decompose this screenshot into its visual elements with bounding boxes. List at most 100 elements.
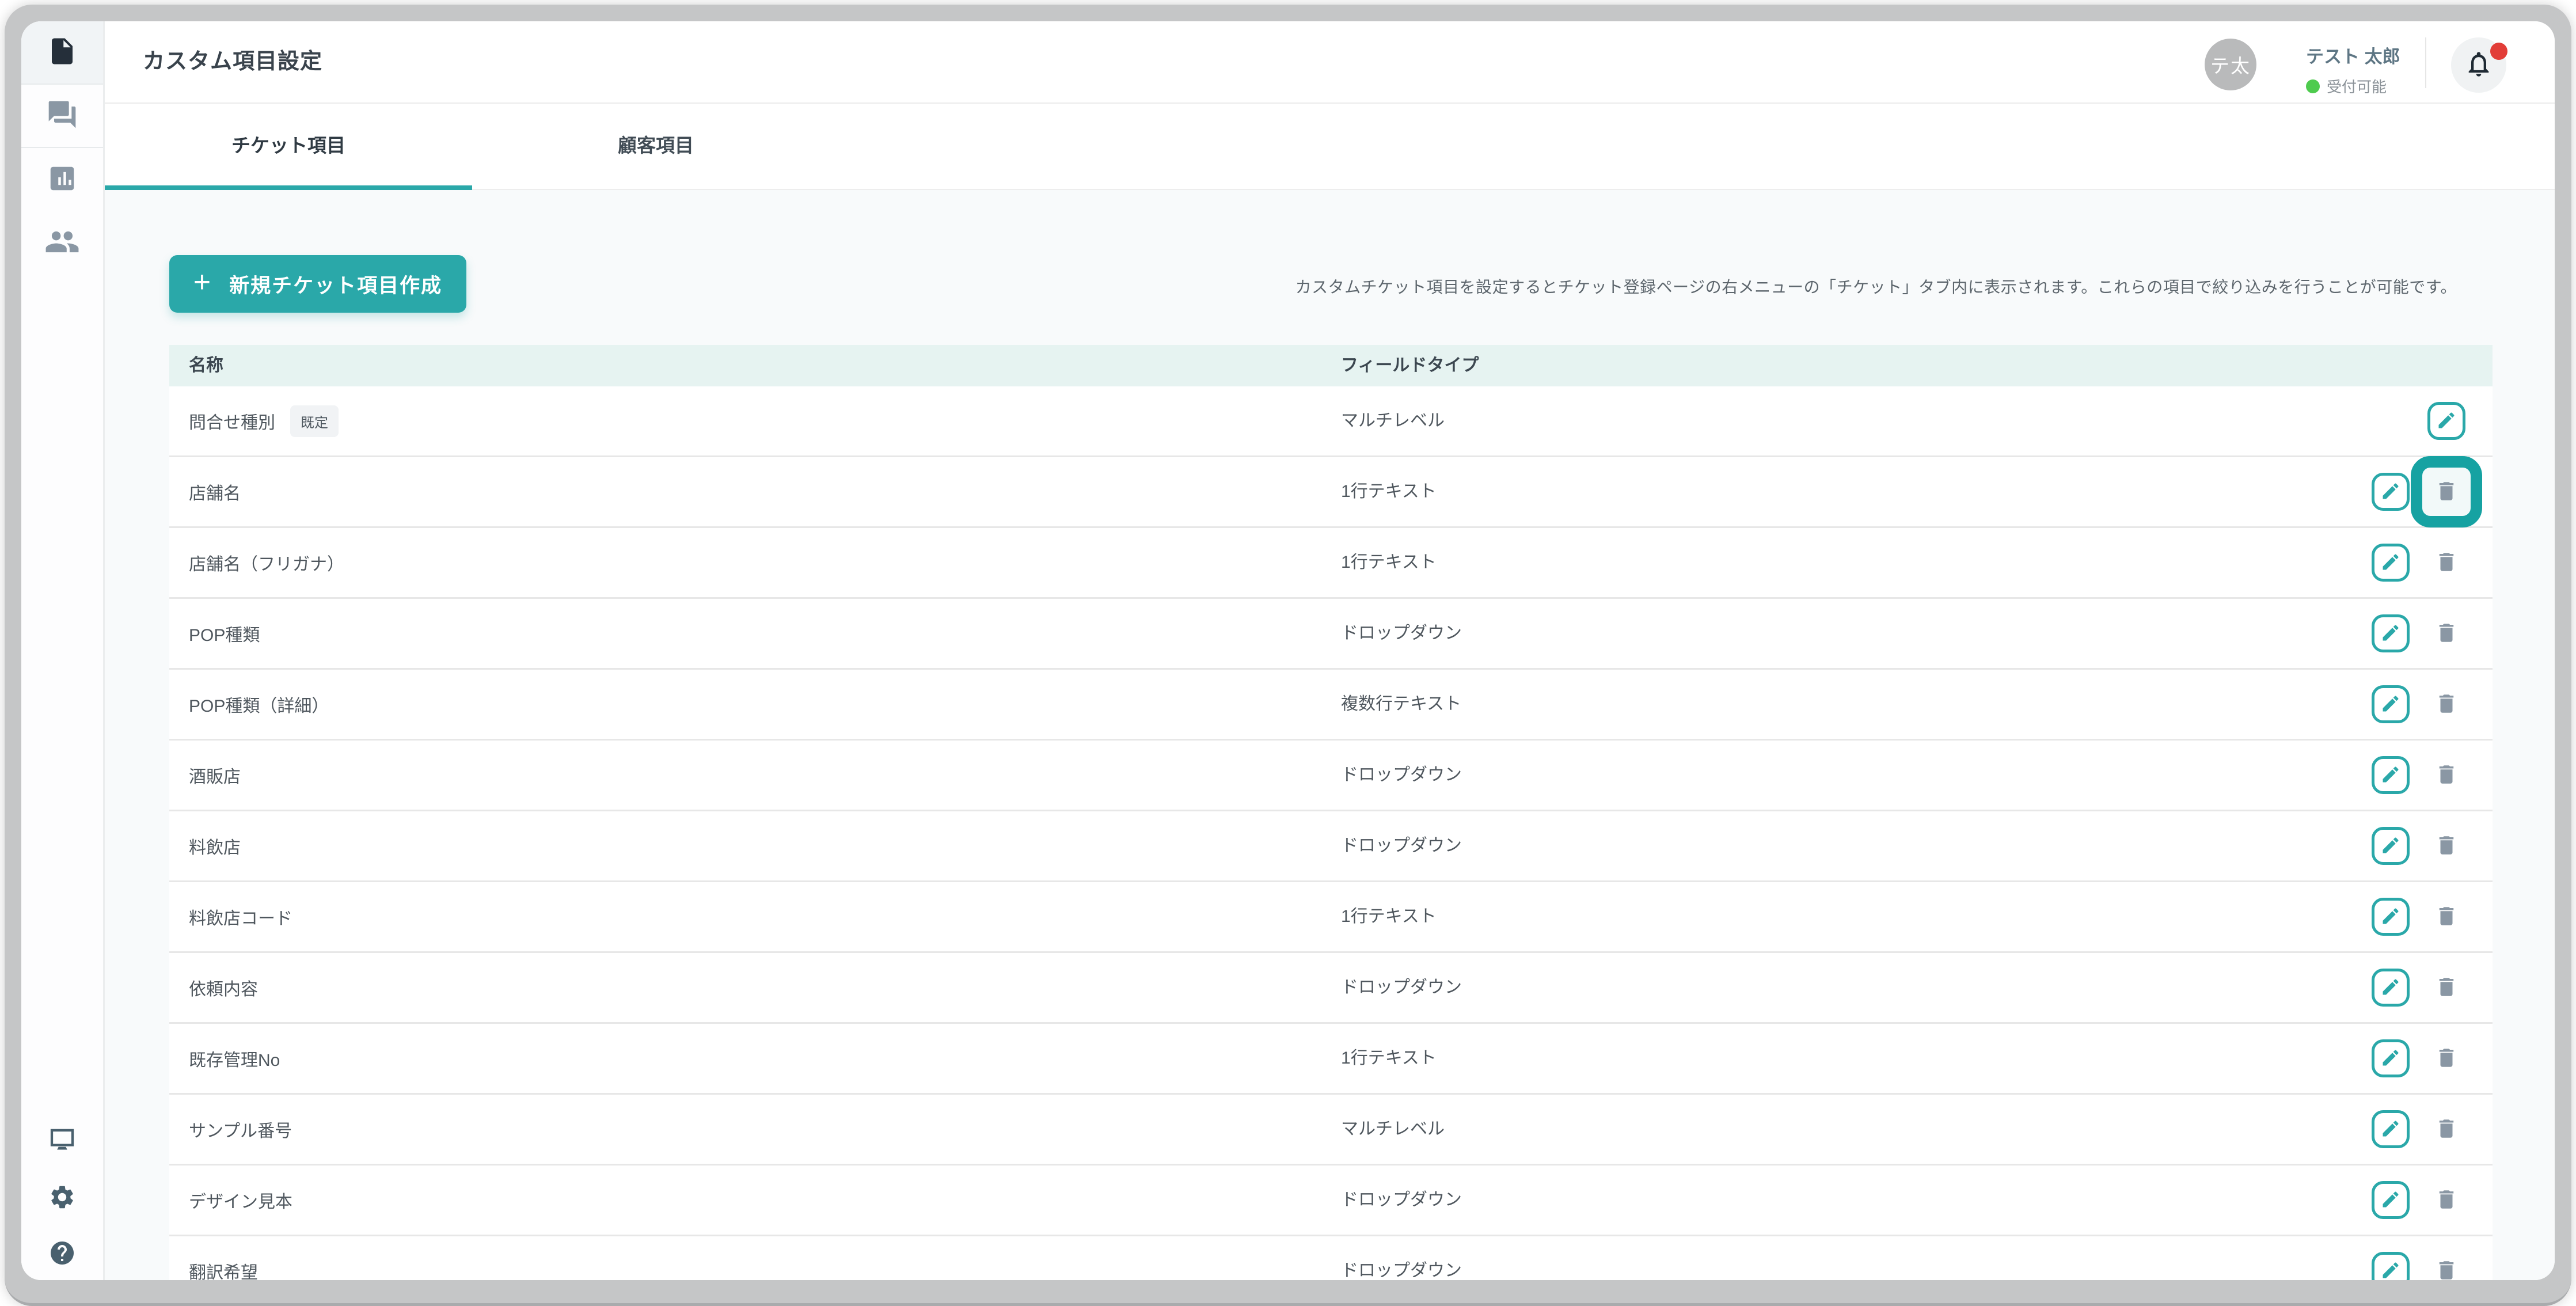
delete-button[interactable]	[2434, 550, 2459, 576]
table-row: 料飲店コード 1行テキスト	[169, 882, 2493, 953]
field-type: ドロップダウン	[1341, 1236, 1462, 1280]
delete-button[interactable]	[2434, 1117, 2459, 1142]
field-name-label: 店舗名	[189, 479, 241, 504]
trash-icon	[2434, 550, 2459, 576]
field-name-label: 料飲店コード	[189, 904, 292, 929]
edit-button[interactable]	[2372, 685, 2410, 723]
delete-button[interactable]	[2434, 975, 2459, 1001]
delete-button-highlight	[2417, 1028, 2476, 1088]
page-title: カスタム項目設定	[143, 21, 322, 102]
trash-icon	[2434, 904, 2459, 930]
delete-button[interactable]	[2434, 1258, 2459, 1281]
edit-button[interactable]	[2372, 614, 2410, 652]
field-name: 料飲店	[189, 811, 241, 880]
edit-button[interactable]	[2372, 969, 2410, 1007]
field-name: 店舗名（フリガナ）	[189, 528, 344, 597]
edit-button[interactable]	[2372, 473, 2410, 511]
delete-button[interactable]	[2434, 762, 2459, 788]
edit-button[interactable]	[2372, 1252, 2410, 1280]
edit-button[interactable]	[2372, 1110, 2410, 1148]
delete-button[interactable]	[2434, 833, 2459, 859]
document-icon	[47, 36, 78, 70]
help-icon	[48, 1239, 76, 1270]
trash-icon	[2434, 833, 2459, 859]
pencil-icon	[2380, 977, 2401, 999]
delete-button[interactable]	[2434, 479, 2459, 505]
edit-button[interactable]	[2372, 544, 2410, 582]
user-name: テスト 太郎	[2306, 42, 2400, 68]
field-type: ドロップダウン	[1341, 811, 1462, 880]
edit-button[interactable]	[2427, 402, 2465, 440]
pencil-icon	[2380, 835, 2401, 857]
field-name-label: 酒販店	[189, 762, 241, 788]
trash-icon	[2434, 762, 2459, 788]
chat-icon	[46, 98, 78, 134]
delete-button[interactable]	[2434, 692, 2459, 717]
edit-button[interactable]	[2372, 756, 2410, 794]
pencil-icon	[2380, 552, 2401, 574]
delete-button[interactable]	[2434, 1187, 2459, 1213]
field-name: POP種類（詳細）	[189, 670, 329, 739]
gear-icon	[48, 1183, 76, 1214]
field-type: ドロップダウン	[1341, 599, 1462, 668]
trash-icon	[2434, 1117, 2459, 1142]
tab-bar: チケット項目 顧客項目	[105, 104, 2555, 190]
content-area: + 新規チケット項目作成 カスタムチケット項目を設定するとチケット登録ページの右…	[105, 190, 2555, 1280]
pencil-icon	[2380, 481, 2401, 503]
table-row: 既存管理No 1行テキスト	[169, 1024, 2493, 1095]
header-divider	[2425, 37, 2426, 88]
table-row: 依頼内容 ドロップダウン	[169, 953, 2493, 1024]
app-window: カスタム項目設定 テ太 テスト 太郎 受付可能 チケット項目 顧客項目 + 新規…	[21, 21, 2555, 1280]
field-type: 1行テキスト	[1341, 457, 1437, 526]
trash-icon	[2434, 975, 2459, 1001]
pencil-icon	[2380, 1118, 2401, 1141]
sidebar-item-customers[interactable]	[21, 211, 103, 275]
delete-button[interactable]	[2434, 904, 2459, 930]
field-type: ドロップダウン	[1341, 741, 1462, 810]
table-row: POP種類 ドロップダウン	[169, 599, 2493, 670]
field-name-label: デザイン見本	[189, 1187, 292, 1213]
edit-button[interactable]	[2372, 898, 2410, 936]
edit-button[interactable]	[2372, 1181, 2410, 1219]
create-button-label: 新規チケット項目作成	[229, 269, 442, 299]
field-name-label: 店舗名（フリガナ）	[189, 550, 344, 575]
edit-button[interactable]	[2372, 1039, 2410, 1077]
people-icon	[44, 224, 80, 263]
table-row: デザイン見本 ドロップダウン	[169, 1165, 2493, 1236]
avatar[interactable]: テ太	[2205, 39, 2256, 90]
table-row: 店舗名 1行テキスト	[169, 457, 2493, 528]
delete-button-highlight	[2417, 887, 2476, 947]
table-row: POP種類（詳細） 複数行テキスト	[169, 670, 2493, 741]
field-type: 1行テキスト	[1341, 1024, 1437, 1093]
table-row: 酒販店 ドロップダウン	[169, 741, 2493, 811]
field-name: 依頼内容	[189, 953, 258, 1022]
status-label: 受付可能	[2327, 75, 2387, 97]
edit-button[interactable]	[2372, 827, 2410, 865]
user-status: 受付可能	[2306, 75, 2387, 97]
sidebar-item-reports[interactable]	[21, 148, 103, 211]
field-name: 酒販店	[189, 741, 241, 810]
delete-button-highlight	[2417, 745, 2476, 805]
table-row: 店舗名（フリガナ） 1行テキスト	[169, 528, 2493, 599]
delete-button-highlight	[2411, 456, 2482, 527]
create-ticket-field-button[interactable]: + 新規チケット項目作成	[169, 255, 466, 313]
field-name-label: 既存管理No	[189, 1046, 280, 1071]
sidebar-item-tickets[interactable]	[21, 21, 103, 85]
sidebar	[21, 21, 105, 1280]
tab-customer-fields[interactable]: 顧客項目	[472, 104, 839, 190]
delete-button[interactable]	[2434, 621, 2459, 647]
field-name: サンプル番号	[189, 1095, 292, 1164]
status-dot	[2306, 79, 2320, 93]
table-body: 問合せ種別 既定 マルチレベル 店舗名 1行テキスト	[169, 386, 2493, 1280]
field-type: マルチレベル	[1341, 1095, 1445, 1164]
sidebar-item-chats[interactable]	[21, 85, 103, 148]
pencil-icon	[2380, 764, 2401, 787]
sidebar-item-settings[interactable]	[21, 1183, 103, 1214]
delete-button-highlight	[2417, 1241, 2476, 1280]
tab-ticket-fields[interactable]: チケット項目	[105, 104, 472, 190]
sidebar-item-monitor[interactable]	[21, 1124, 103, 1158]
sidebar-item-help[interactable]	[21, 1239, 103, 1270]
pencil-icon	[2380, 1260, 2401, 1281]
delete-button[interactable]	[2434, 1046, 2459, 1072]
field-name: POP種類	[189, 599, 260, 668]
